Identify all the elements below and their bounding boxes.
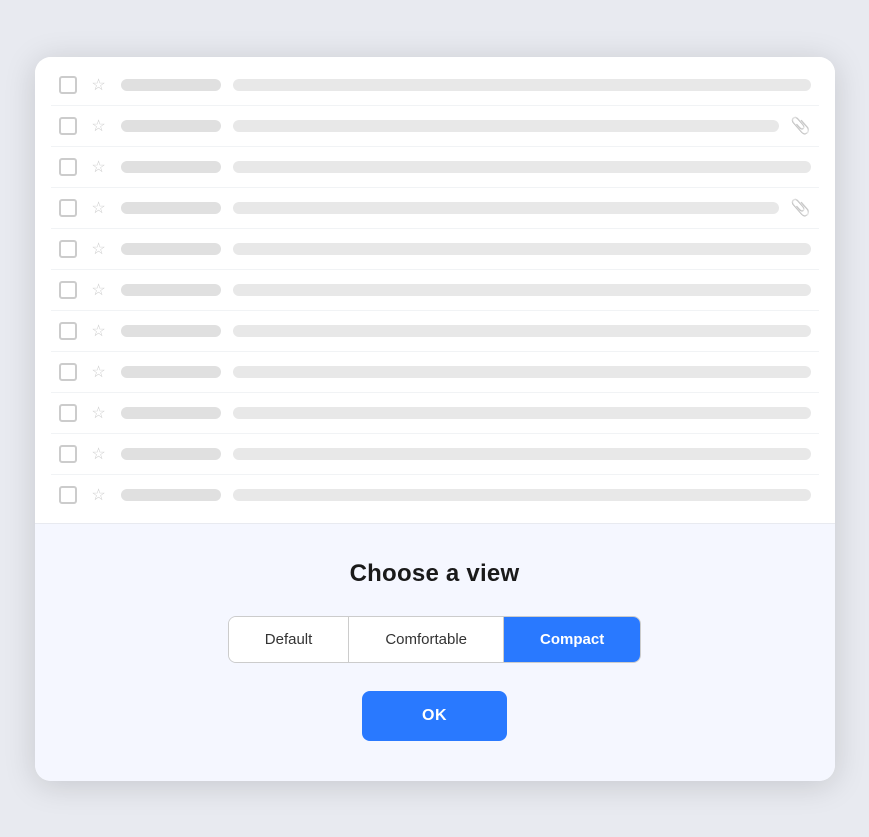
star-icon[interactable]: ☆ [89,280,109,300]
email-row[interactable]: ☆📎 [51,106,819,147]
star-icon[interactable]: ☆ [89,444,109,464]
star-icon[interactable]: ☆ [89,321,109,341]
subject-placeholder [233,79,811,91]
email-row[interactable]: ☆ [51,147,819,188]
star-icon[interactable]: ☆ [89,75,109,95]
checkbox[interactable] [59,322,77,340]
checkbox[interactable] [59,445,77,463]
attachment-icon: 📎 [791,198,811,218]
subject-placeholder [233,489,811,501]
sender-placeholder [121,284,221,296]
star-icon[interactable]: ☆ [89,198,109,218]
sender-placeholder [121,161,221,173]
view-option-default[interactable]: Default [229,617,350,662]
subject-placeholder [233,325,811,337]
star-icon[interactable]: ☆ [89,403,109,423]
email-row[interactable]: ☆ [51,393,819,434]
sender-placeholder [121,120,221,132]
sender-placeholder [121,407,221,419]
sender-placeholder [121,243,221,255]
view-options: Default Comfortable Compact [228,616,641,663]
email-list: ☆☆📎☆☆📎☆☆☆☆☆☆☆ [35,57,835,524]
checkbox[interactable] [59,199,77,217]
checkbox[interactable] [59,240,77,258]
checkbox[interactable] [59,363,77,381]
subject-placeholder [233,366,811,378]
sender-placeholder [121,489,221,501]
sender-placeholder [121,448,221,460]
email-row[interactable]: ☆ [51,434,819,475]
checkbox[interactable] [59,486,77,504]
subject-placeholder [233,202,779,214]
checkbox[interactable] [59,281,77,299]
sender-placeholder [121,79,221,91]
subject-placeholder [233,448,811,460]
view-option-compact[interactable]: Compact [504,617,640,662]
sender-placeholder [121,202,221,214]
dialog-area: Choose a view Default Comfortable Compac… [35,524,835,781]
sender-placeholder [121,366,221,378]
view-option-comfortable[interactable]: Comfortable [349,617,504,662]
attachment-icon: 📎 [791,116,811,136]
checkbox[interactable] [59,117,77,135]
email-row[interactable]: ☆ [51,229,819,270]
ok-button[interactable]: OK [362,691,507,741]
email-row[interactable]: ☆ [51,270,819,311]
subject-placeholder [233,161,811,173]
checkbox[interactable] [59,76,77,94]
email-row[interactable]: ☆ [51,311,819,352]
modal-container: ☆☆📎☆☆📎☆☆☆☆☆☆☆ Choose a view Default Comf… [35,57,835,781]
email-row[interactable]: ☆📎 [51,188,819,229]
email-row[interactable]: ☆ [51,65,819,106]
subject-placeholder [233,284,811,296]
email-row[interactable]: ☆ [51,352,819,393]
dialog-title: Choose a view [350,560,520,588]
star-icon[interactable]: ☆ [89,157,109,177]
sender-placeholder [121,325,221,337]
checkbox[interactable] [59,158,77,176]
checkbox[interactable] [59,404,77,422]
subject-placeholder [233,243,811,255]
star-icon[interactable]: ☆ [89,116,109,136]
email-row[interactable]: ☆ [51,475,819,515]
star-icon[interactable]: ☆ [89,239,109,259]
star-icon[interactable]: ☆ [89,485,109,505]
star-icon[interactable]: ☆ [89,362,109,382]
subject-placeholder [233,120,779,132]
subject-placeholder [233,407,811,419]
